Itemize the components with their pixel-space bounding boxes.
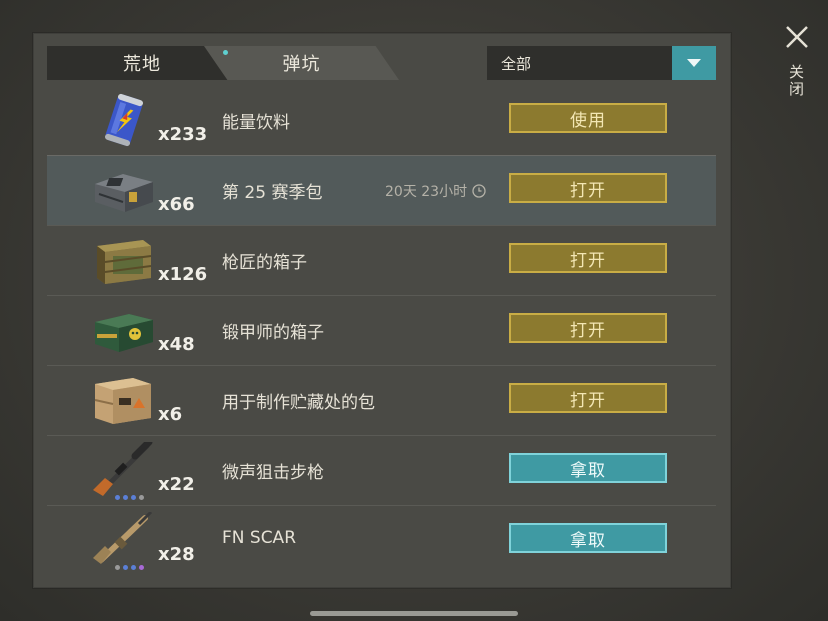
open-button[interactable]: 打开	[509, 173, 667, 203]
take-button[interactable]: 拿取	[509, 453, 667, 483]
item-name: 第 25 赛季包	[222, 183, 323, 203]
item-quantity: x48	[158, 334, 195, 355]
take-button[interactable]: 拿取	[509, 523, 667, 553]
rarity-dot	[123, 565, 128, 570]
item-name: 微声狙击步枪	[222, 463, 324, 483]
close-button[interactable]	[784, 24, 810, 50]
item-name: 枪匠的箱子	[222, 253, 307, 273]
item-list: x233 能量饮料 使用 x66 第 25 赛季包 20天 23小时 打开 x1…	[47, 86, 716, 575]
item-quantity: x6	[158, 404, 183, 425]
list-item: x48 锻甲师的箱子 打开	[47, 296, 716, 366]
timer-text: 20天 23小时	[385, 184, 468, 200]
energy-drink-can-icon	[89, 92, 159, 148]
silenced-sniper-rifle-icon	[89, 438, 159, 498]
fn-scar-rifle-icon	[89, 510, 159, 568]
item-quantity: x22	[158, 474, 195, 495]
filter-dropdown[interactable]: 全部	[487, 46, 716, 80]
rarity-dot	[139, 495, 144, 500]
tab-crater-label: 弹坑	[282, 54, 321, 75]
season-pack-crate-icon	[89, 162, 159, 218]
armorer-crate-icon	[89, 302, 159, 358]
open-button[interactable]: 打开	[509, 383, 667, 413]
tab-wasteland-label: 荒地	[123, 54, 161, 75]
rarity-dots	[115, 495, 144, 500]
item-quantity: x28	[158, 544, 195, 565]
stash-cardboard-box-icon	[89, 372, 159, 428]
list-item: x126 枪匠的箱子 打开	[47, 226, 716, 296]
rarity-dot	[115, 565, 120, 570]
tab-crater[interactable]: 弹坑	[204, 46, 399, 80]
filter-selected-value: 全部	[501, 54, 532, 73]
inventory-panel: 荒地 弹坑 全部 x233 能量饮料 使用 x66 第 25 赛季包 20天 2…	[33, 33, 731, 588]
rarity-dots	[115, 565, 144, 570]
home-indicator	[310, 611, 518, 616]
rarity-dot	[115, 495, 120, 500]
list-item: x66 第 25 赛季包 20天 23小时 打开	[47, 156, 716, 226]
rarity-dot	[131, 495, 136, 500]
item-quantity: x66	[158, 194, 195, 215]
gunsmith-crate-icon	[89, 232, 159, 288]
notification-dot	[223, 50, 228, 55]
list-item: x233 能量饮料 使用	[47, 86, 716, 156]
chevron-down-icon	[687, 59, 701, 67]
item-quantity: x233	[158, 124, 208, 145]
item-name: FN SCAR	[222, 528, 297, 548]
dropdown-toggle-button[interactable]	[672, 46, 716, 80]
rarity-dot	[131, 565, 136, 570]
item-quantity: x126	[158, 264, 208, 285]
item-name: 能量饮料	[222, 113, 290, 133]
clock-icon	[472, 184, 486, 198]
item-name: 锻甲师的箱子	[222, 323, 324, 343]
expiry-timer: 20天 23小时	[385, 181, 486, 201]
rarity-dot	[123, 495, 128, 500]
list-item: x28 FN SCAR 拿取	[47, 506, 716, 575]
use-button[interactable]: 使用	[509, 103, 667, 133]
open-button[interactable]: 打开	[509, 243, 667, 273]
list-item: x22 微声狙击步枪 拿取	[47, 436, 716, 506]
close-icon	[786, 26, 808, 48]
close-label[interactable]: 关闭	[786, 64, 807, 98]
item-name: 用于制作贮藏处的包	[222, 393, 375, 413]
open-button[interactable]: 打开	[509, 313, 667, 343]
list-item: x6 用于制作贮藏处的包 打开	[47, 366, 716, 436]
rarity-dot	[139, 565, 144, 570]
